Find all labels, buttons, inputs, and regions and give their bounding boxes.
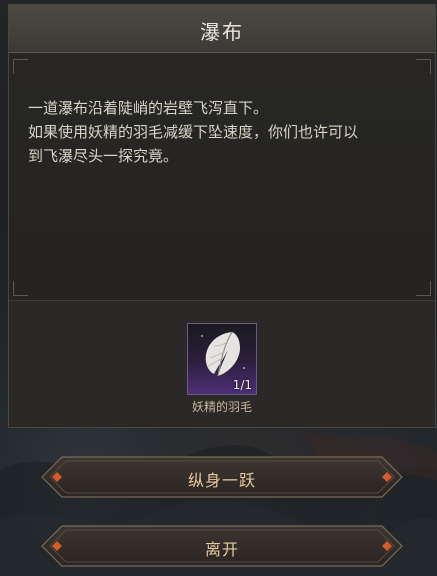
game-scene: 瀑布 一道瀑布沿着陡峭的岩壁飞泻直下。 如果使用妖精的羽毛减缓下坠速度，你们也许… xyxy=(0,0,437,576)
choice-button-leave[interactable]: 离开 xyxy=(40,524,404,568)
item-name: 妖精的羽毛 xyxy=(191,400,252,414)
feather-icon xyxy=(201,331,245,377)
frame-corner-ornament xyxy=(13,59,28,74)
description-frame xyxy=(9,55,435,301)
frame-corner-ornament xyxy=(416,281,431,296)
item-count: 1/1 xyxy=(232,378,252,392)
description-line: 到飞瀑尽头一探究竟。 xyxy=(28,147,179,165)
description-line: 如果使用妖精的羽毛减缓下坠速度，你们也许可以 xyxy=(28,123,359,141)
dialog-title-bar: 瀑布 xyxy=(9,5,435,53)
frame-corner-ornament xyxy=(416,59,431,74)
choice-label: 纵身一跃 xyxy=(187,471,256,490)
description-line: 一道瀑布沿着陡峭的岩壁飞泻直下。 xyxy=(28,99,269,117)
dialog-title: 瀑布 xyxy=(200,20,244,44)
required-item-slot[interactable]: 1/1 xyxy=(187,323,257,395)
choice-label: 离开 xyxy=(204,540,239,559)
event-description: 一道瀑布沿着陡峭的岩壁飞泻直下。 如果使用妖精的羽毛减缓下坠速度，你们也许可以 … xyxy=(28,96,423,168)
event-dialog: 瀑布 一道瀑布沿着陡峭的岩壁飞泻直下。 如果使用妖精的羽毛减缓下坠速度，你们也许… xyxy=(8,4,436,428)
frame-corner-ornament xyxy=(13,281,28,296)
choice-button-leap[interactable]: 纵身一跃 xyxy=(40,455,404,499)
